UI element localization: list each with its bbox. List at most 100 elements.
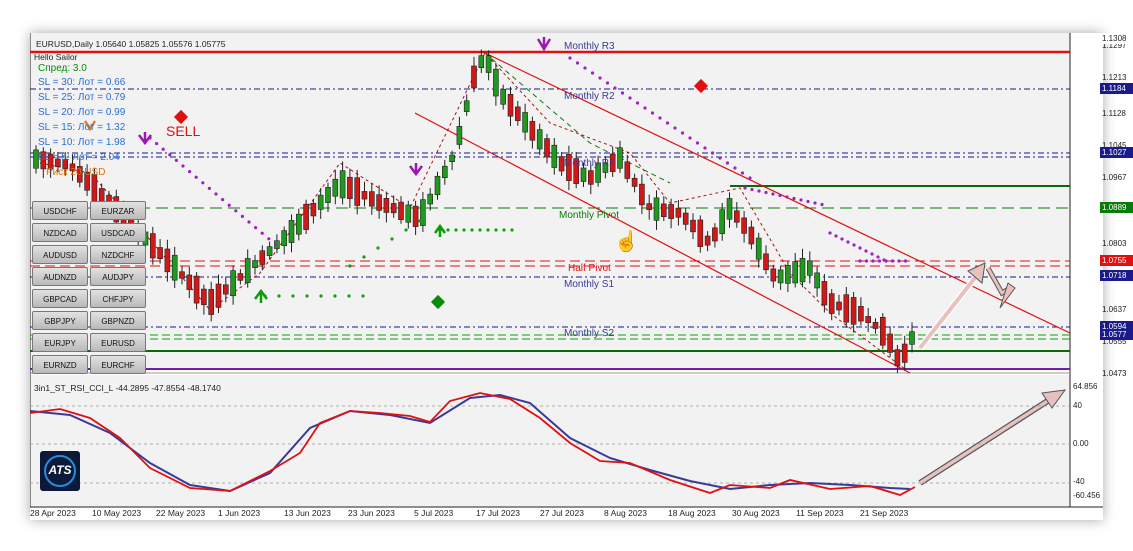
candle [98,188,105,203]
candle [347,176,353,199]
symbol-button-gbpjpy[interactable]: GBPJPY [32,311,88,330]
supertrend-dot [598,76,602,80]
supertrend-dot [260,231,264,235]
candle [617,147,623,169]
candle [471,65,477,89]
candle [485,55,492,73]
supertrend-dot [748,176,752,180]
candle [325,187,331,203]
candle [252,260,258,268]
symbol-button-eurnzd[interactable]: EURNZD [32,355,88,374]
symbol-button-nzdcad[interactable]: NZDCAD [32,223,88,242]
candle [266,246,273,256]
price-chart[interactable] [30,33,1103,520]
indicator-tick: 0.00 [1073,439,1089,448]
supertrend-dot [605,81,610,85]
symbol-button-gbpnzd[interactable]: GBPNZD [90,311,146,330]
supertrend-dot [635,101,640,105]
candle [879,316,886,346]
supertrend-dot [502,228,506,232]
candle [91,174,98,203]
candle [449,154,455,162]
candle [171,254,178,281]
date-label: 21 Sep 2023 [860,508,909,518]
candle [726,198,733,220]
supertrend-dot [404,228,408,232]
price-tag: 1.1027 [1100,147,1133,158]
symbol-button-eurchf[interactable]: EURCHF [90,355,146,374]
date-label: 30 Aug 2023 [732,508,780,518]
lot-size-line: SL = 30: Лот = 0.66 [38,77,126,88]
symbol-button-eurusd[interactable]: EURUSD [90,333,146,352]
supertrend-dot [446,228,450,232]
supertrend-dot [254,226,258,230]
lot-size-line: SL = 15: Лот = 1.32 [38,122,126,133]
symbol-button-audusd[interactable]: AUDUSD [32,245,88,264]
supertrend-dot [820,202,824,207]
candle [675,207,682,218]
symbol-button-chfjpy[interactable]: CHFJPY [90,289,146,308]
candle [639,183,645,206]
candle [186,274,193,290]
supertrend-dot [234,209,238,213]
symbol-button-usdchf[interactable]: USDCHF [32,201,88,220]
supertrend-dot [155,142,159,146]
symbol-header: EURUSD,Daily 1.05640 1.05825 1.05576 1.0… [36,39,226,49]
symbol-button-usdcad[interactable]: USDCAD [90,223,146,242]
supertrend-dot [792,196,796,201]
candle [828,293,835,314]
candle [332,178,339,197]
supertrend-dot [181,164,185,168]
candle [624,161,631,179]
sell-label: SELL [166,123,201,139]
price-tag: 1.0755 [1100,255,1133,266]
supertrend-dot [695,141,700,145]
monthly-r2-label: Monthly R2 [564,91,615,102]
date-label: 28 Apr 2023 [30,508,76,518]
supertrend-dot [771,192,775,196]
supertrend-dot [470,228,474,232]
symbol-button-eurjpy[interactable]: EURJPY [32,333,88,352]
supertrend-dot [750,187,754,192]
supertrend-dot [168,153,172,157]
supertrend-dot [174,158,178,162]
candle [806,260,813,276]
lot-size-line: SL = 25: Лот = 0.79 [38,92,126,103]
monthly-s2-label: Monthly S2 [564,328,615,339]
supertrend-dot [884,259,888,263]
symbol-button-audjpy[interactable]: AUDJPY [90,267,146,286]
candle [339,170,346,199]
date-label: 5 Jul 2023 [414,508,454,518]
indicator-tick: 40 [1073,401,1082,410]
lot-size-line: SL = 10: Лот = 1.98 [38,137,126,148]
supertrend-dot [227,203,231,207]
supertrend-dot [785,195,789,199]
date-label: 10 May 2023 [92,508,142,518]
candle [427,193,434,205]
symbol-button-nzdchf[interactable]: NZDCHF [90,245,146,264]
supertrend-dot [871,259,875,263]
symbol-button-audnzd[interactable]: AUDNZD [32,267,88,286]
candle [522,112,528,133]
candle [872,322,879,329]
supertrend-dot [305,294,309,298]
supertrend-dot [273,242,277,246]
candle [376,194,382,211]
ats-logo: ATS [40,451,80,491]
candle [631,177,638,187]
symbol-button-gbpcad[interactable]: GBPCAD [32,289,88,308]
supertrend-dot [643,106,647,110]
candle [303,203,309,230]
candle [901,343,908,363]
candle [712,227,718,242]
supertrend-dot [852,243,856,247]
supertrend-dot [568,56,572,60]
candle [208,289,214,315]
supertrend-dot [799,198,803,202]
candle [799,258,806,283]
symbol-button-eurzar[interactable]: EURZAR [90,201,146,220]
supertrend-dot [870,252,874,256]
date-label: 18 Aug 2023 [668,508,716,518]
price-tick: 1.0967 [1102,173,1127,182]
supertrend-dot [418,219,422,223]
